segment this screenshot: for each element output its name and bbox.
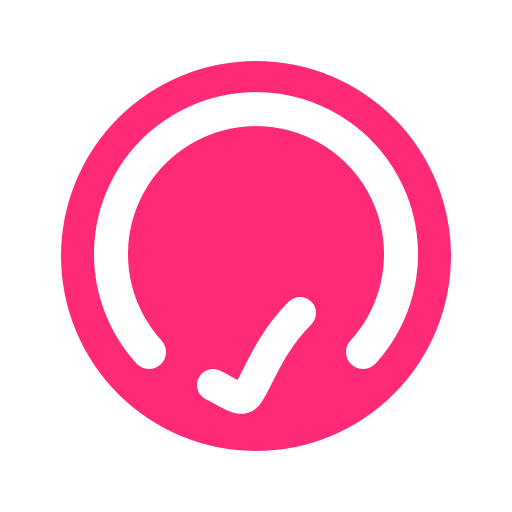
check-gauge-logo-icon <box>61 61 451 451</box>
app-logo <box>0 0 512 512</box>
